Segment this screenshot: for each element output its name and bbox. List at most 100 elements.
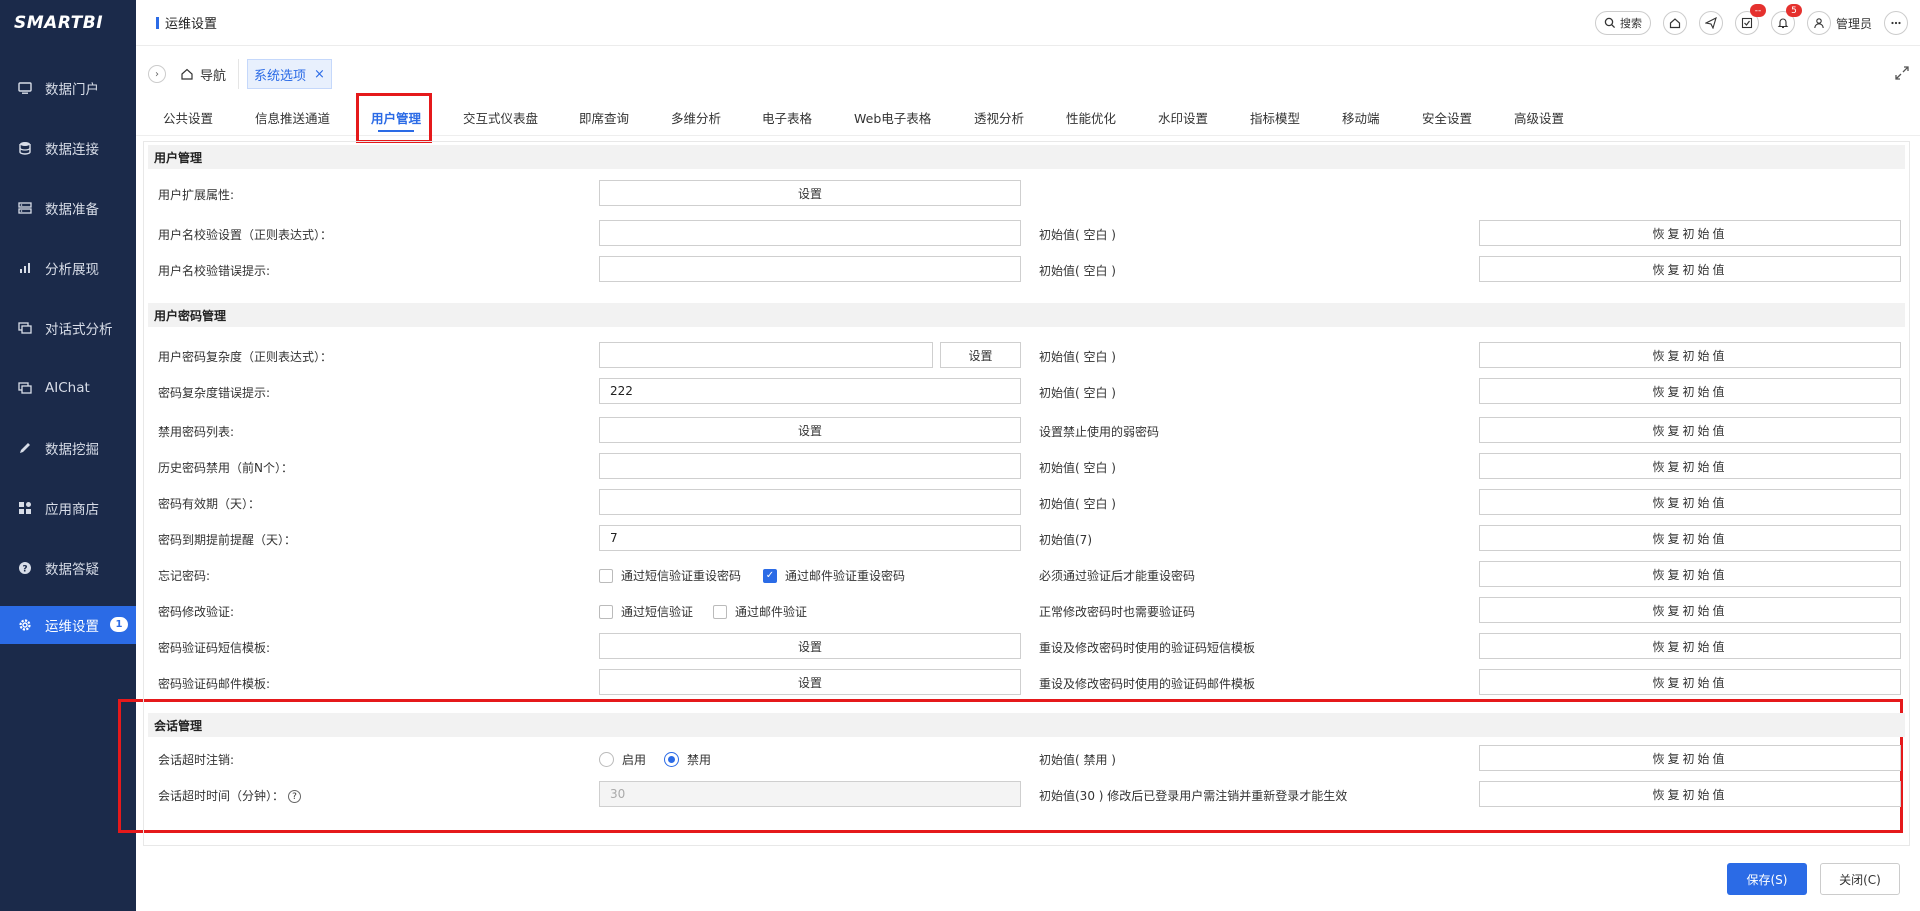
pwd-complexity-error-input[interactable]: 222 [599, 378, 1021, 404]
help-icon[interactable]: ? [288, 790, 302, 803]
restore-button[interactable]: 恢复初始值 [1479, 453, 1901, 479]
nav-home-tab[interactable]: 导航 [180, 59, 240, 89]
restore-button[interactable]: 恢复初始值 [1479, 489, 1901, 515]
session-timeout-input[interactable]: 30 [599, 781, 1021, 807]
sidebar-nav: 数据门户 数据连接 数据准备 分析展现 对话式分析 AIChat 数据挖掘 应用… [0, 58, 136, 644]
restore-button[interactable]: 恢复初始值 [1479, 597, 1901, 623]
sidebar-item-label: 数据门户 [45, 82, 99, 98]
restore-button[interactable]: 恢复初始值 [1479, 256, 1901, 282]
row-banned-list: 禁用密码列表: 设置 设置禁止使用的弱密码 恢复初始值 [144, 415, 1909, 445]
sidebar-item-label: 数据准备 [45, 202, 99, 218]
forgot-email-checkbox[interactable]: ✓ 通过邮件验证重设密码 [763, 567, 905, 584]
restore-button[interactable]: 恢复初始值 [1479, 417, 1901, 443]
row-label: 用户名校验设置（正则表达式）： [158, 228, 333, 242]
tab-performance[interactable]: 性能优化 [1066, 100, 1116, 136]
sidebar-item-conversational[interactable]: 对话式分析 [0, 298, 136, 358]
sidebar-item-data-qa[interactable]: ? 数据答疑 [0, 538, 136, 598]
tasks-button[interactable]: -- [1734, 4, 1766, 35]
fullscreen-icon[interactable] [1894, 65, 1910, 81]
collapse-button[interactable]: › [148, 65, 166, 83]
checkbox-label: 通过邮件验证重设密码 [785, 569, 906, 583]
restore-button[interactable]: 恢复初始值 [1479, 669, 1901, 695]
row-label: 用户扩展属性: [158, 188, 235, 202]
user-icon [1814, 18, 1824, 29]
tab-web-spreadsheet[interactable]: Web电子表格 [854, 100, 931, 136]
close-button[interactable]: 关闭(C) [1820, 863, 1900, 895]
tab-user-management[interactable]: 用户管理 [371, 100, 421, 136]
chat-icon [18, 381, 32, 395]
tab-interactive-dashboard[interactable]: 交互式仪表盘 [463, 100, 538, 136]
row-pwd-complexity-error: 密码复杂度错误提示: 222 初始值( 空白 ) 恢复初始值 [144, 376, 1909, 406]
nav-home-label: 导航 [200, 68, 227, 84]
ext-attr-set-button[interactable]: 设置 [599, 180, 1021, 206]
session-logout-enable-radio[interactable]: 启用 [599, 751, 646, 768]
modify-sms-checkbox[interactable]: 通过短信验证 [599, 603, 693, 620]
check-icon: ✓ [763, 568, 777, 583]
sidebar-item-aichat[interactable]: AIChat [0, 358, 136, 418]
restore-button[interactable]: 恢复初始值 [1479, 561, 1901, 587]
restore-button[interactable]: 恢复初始值 [1479, 378, 1901, 404]
tab-mobile[interactable]: 移动端 [1342, 100, 1380, 136]
tab-metric-model[interactable]: 指标模型 [1250, 100, 1300, 136]
save-button[interactable]: 保存(S) [1727, 863, 1807, 895]
sidebar-item-label: 分析展现 [45, 262, 99, 278]
tab-watermark[interactable]: 水印设置 [1158, 100, 1208, 136]
tab-spreadsheet[interactable]: 电子表格 [762, 100, 812, 136]
row-hint: 初始值(30 ) 修改后已登录用户需注销并重新登录才能生效 [1039, 789, 1348, 803]
forgot-sms-checkbox[interactable]: 通过短信验证重设密码 [599, 567, 741, 584]
row-hint: 重设及修改密码时使用的验证码邮件模板 [1039, 677, 1256, 691]
chat-icon [18, 321, 32, 335]
modify-email-checkbox[interactable]: 通过邮件验证 [713, 603, 807, 620]
sidebar-item-data-connection[interactable]: 数据连接 [0, 118, 136, 178]
restore-button[interactable]: 恢复初始值 [1479, 342, 1901, 368]
history-input[interactable] [599, 453, 1021, 479]
sidebar-item-ops-settings[interactable]: 运维设置 1 [0, 606, 136, 644]
send-button[interactable] [1698, 11, 1723, 35]
close-icon[interactable]: × [314, 67, 325, 82]
tab-pivot-analysis[interactable]: 透视分析 [974, 100, 1024, 136]
user-menu[interactable]: 管理员 [1806, 11, 1872, 35]
remind-input[interactable]: 7 [599, 525, 1021, 551]
session-logout-disable-radio[interactable]: 禁用 [664, 751, 711, 768]
more-button[interactable] [1884, 11, 1908, 35]
tab-adhoc-query[interactable]: 即席查询 [579, 100, 629, 136]
tab-olap[interactable]: 多维分析 [671, 100, 721, 136]
tab-public-settings[interactable]: 公共设置 [163, 100, 213, 136]
restore-button[interactable]: 恢复初始值 [1479, 220, 1901, 246]
sidebar-item-app-store[interactable]: 应用商店 [0, 478, 136, 538]
row-hint: 初始值( 空白 ) [1039, 350, 1116, 364]
search-icon [1604, 17, 1616, 29]
mail-template-set-button[interactable]: 设置 [599, 669, 1021, 695]
pwd-complexity-input[interactable] [599, 342, 933, 368]
bell-icon [1777, 18, 1789, 29]
name-error-input[interactable] [599, 256, 1021, 282]
settings-content: 用户管理 用户扩展属性: 设置 用户名校验设置（正则表达式）： 初始值( 空白 … [143, 141, 1910, 846]
search-button[interactable]: 搜索 [1594, 11, 1651, 35]
sidebar-item-analysis[interactable]: 分析展现 [0, 238, 136, 298]
restore-button[interactable]: 恢复初始值 [1479, 633, 1901, 659]
restore-button[interactable]: 恢复初始值 [1479, 745, 1901, 771]
pwd-complexity-set-button[interactable]: 设置 [940, 342, 1021, 368]
name-check-input[interactable] [599, 220, 1021, 246]
validity-input[interactable] [599, 489, 1021, 515]
restore-button[interactable]: 恢复初始值 [1479, 781, 1901, 807]
user-name: 管理员 [1835, 16, 1872, 31]
row-pwd-complexity: 用户密码复杂度（正则表达式）： 设置 初始值( 空白 ) 恢复初始值 [144, 340, 1909, 370]
row-label: 禁用密码列表: [158, 425, 235, 439]
sidebar-item-data-mining[interactable]: 数据挖掘 [0, 418, 136, 478]
tab-security[interactable]: 安全设置 [1422, 100, 1472, 136]
restore-button[interactable]: 恢复初始值 [1479, 525, 1901, 551]
tab-push-channel[interactable]: 信息推送通道 [255, 100, 330, 136]
sidebar-item-data-portal[interactable]: 数据门户 [0, 58, 136, 118]
notifications-button[interactable]: 5 [1770, 4, 1802, 35]
tab-system-options[interactable]: 系统选项 × [247, 59, 332, 89]
tab-advanced[interactable]: 高级设置 [1514, 100, 1564, 136]
monitor-icon [18, 81, 32, 95]
row-remind: 密码到期提前提醒（天）： 7 初始值(7) 恢复初始值 [144, 523, 1909, 553]
home-button[interactable] [1662, 11, 1687, 35]
sidebar-item-data-prep[interactable]: 数据准备 [0, 178, 136, 238]
banned-list-set-button[interactable]: 设置 [599, 417, 1021, 443]
row-modify-verify: 密码修改验证: 通过短信验证 通过邮件验证 正常修改密码时也需要验证码 恢复初始… [144, 595, 1909, 625]
sms-template-set-button[interactable]: 设置 [599, 633, 1021, 659]
row-label: 密码验证码邮件模板: [158, 677, 271, 691]
